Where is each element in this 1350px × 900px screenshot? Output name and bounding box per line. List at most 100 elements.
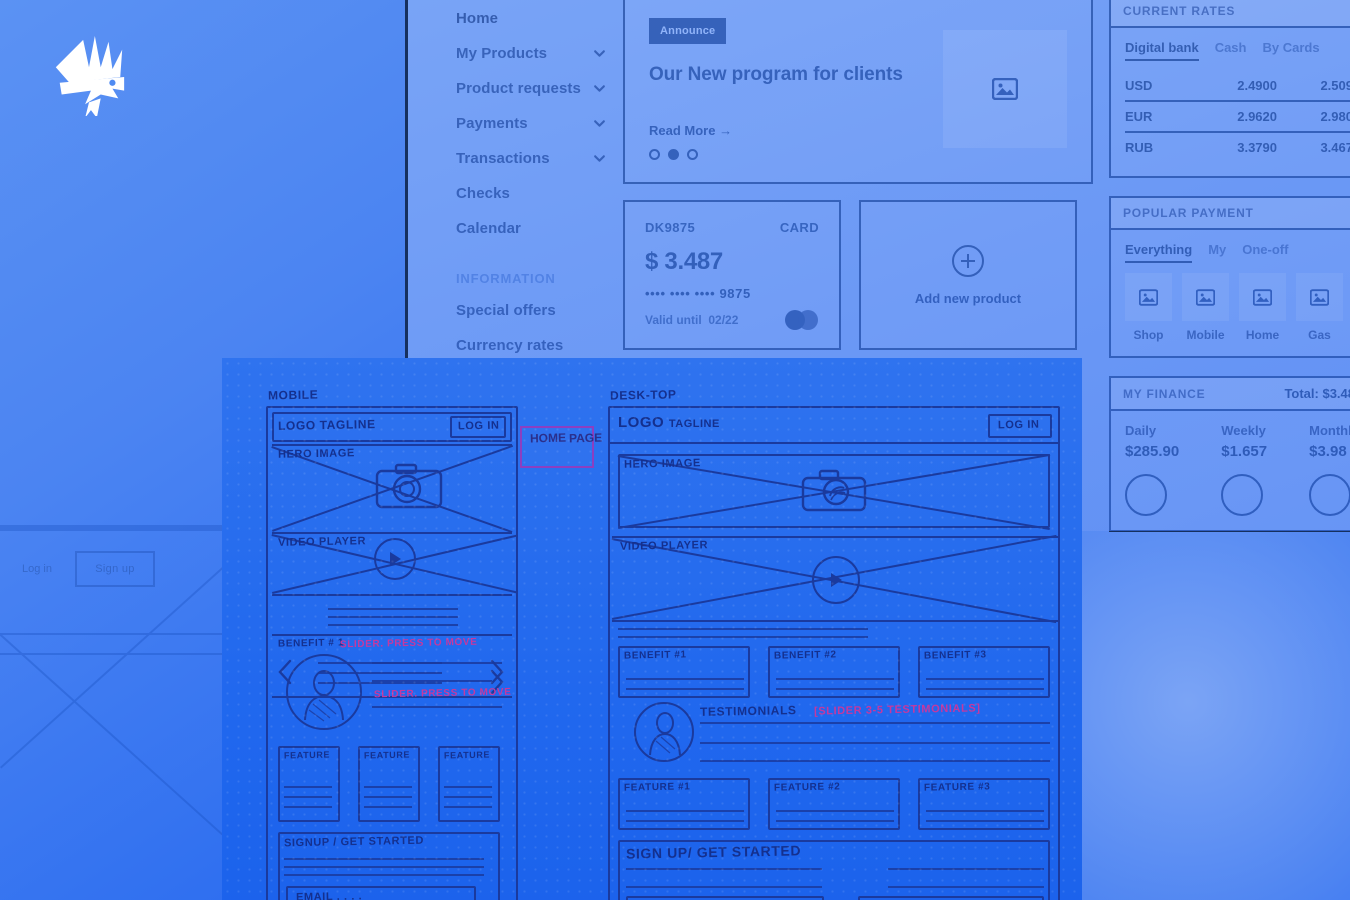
- sidebar-item-product-requests[interactable]: Product requests: [456, 80, 606, 97]
- carousel-dot-active[interactable]: [668, 149, 679, 160]
- table-row: USD 2.4900 2.509: [1125, 71, 1350, 102]
- current-rates-title: CURRENT RATES: [1123, 4, 1236, 18]
- read-more-link[interactable]: Read More →: [649, 123, 943, 138]
- mobile-tagline-text: TAGLINE: [319, 417, 376, 433]
- desktop-logo-text: LOGO: [618, 414, 665, 431]
- sidebar-item-my-products[interactable]: My Products: [456, 45, 606, 62]
- tab-by-cards[interactable]: By Cards: [1262, 40, 1319, 55]
- payment-item-label: Home: [1245, 328, 1280, 342]
- tab-one-off[interactable]: One-off: [1242, 242, 1288, 257]
- avatar-icon: [300, 670, 348, 722]
- mobile-login-label: LOG IN: [457, 419, 500, 433]
- desktop-feature-label: FEATURE #3: [923, 781, 991, 794]
- add-new-product-button[interactable]: Add new product: [859, 200, 1077, 350]
- image-placeholder-icon: [1196, 288, 1215, 306]
- rate-sell: 2.980: [1320, 109, 1350, 124]
- desktop-text-line: [618, 628, 868, 630]
- desktop-benefit-label: BENEFIT #2: [773, 649, 837, 662]
- sidebar-item-label: Calendar: [456, 220, 521, 237]
- faded-line: [0, 653, 260, 655]
- current-rates-tabs[interactable]: Digital bank Cash By Cards: [1125, 40, 1350, 61]
- faded-line: [0, 633, 260, 635]
- porcupine-logo-icon: [40, 34, 138, 116]
- desktop-video-bottom: [612, 620, 1058, 622]
- faded-auth-wireframe: Log in Sign up: [0, 505, 260, 900]
- progress-ring: [1125, 474, 1167, 516]
- sidebar-item-checks[interactable]: Checks: [456, 185, 606, 202]
- my-finance-header: MY FINANCE Total: $3.48: [1111, 378, 1350, 411]
- home-page-annotation: HOME PAGE: [529, 430, 603, 446]
- desktop-feature-label: FEATURE #2: [773, 781, 841, 794]
- desktop-testimonials-label: TESTIMONIALS: [699, 703, 797, 719]
- desktop-benefit-label: BENEFIT #1: [623, 649, 687, 662]
- carousel-dot[interactable]: [649, 149, 660, 160]
- announce-image-placeholder: [943, 30, 1067, 148]
- sidebar-item-label: Currency rates: [456, 337, 564, 354]
- my-finance-panel: MY FINANCE Total: $3.48 Daily $285.90 We…: [1109, 376, 1350, 532]
- payment-item-gas[interactable]: Gas: [1296, 273, 1343, 342]
- card-valid-value: 02/22: [708, 313, 739, 327]
- carousel-dot[interactable]: [687, 149, 698, 160]
- finance-stat-weekly: Weekly $1.657: [1221, 423, 1267, 516]
- image-placeholder-icon: [992, 78, 1018, 100]
- desktop-tagline-text: TAGLINE: [668, 418, 720, 430]
- sidebar-item-currency-rates[interactable]: Currency rates: [456, 337, 606, 354]
- card-masked-number: •••• •••• •••• 9875: [645, 286, 751, 301]
- sidebar-group-title: INFORMATION: [456, 271, 556, 286]
- bank-card[interactable]: DK9875 CARD $ 3.487 •••• •••• •••• 9875 …: [623, 200, 841, 350]
- finance-stat-label: Weekly: [1221, 423, 1266, 438]
- sidebar-item-label: Product requests: [456, 80, 581, 97]
- home-page-annotation-line1: HOME: [529, 430, 567, 446]
- current-rates-header: CURRENT RATES: [1111, 0, 1350, 28]
- popular-payment-title: POPULAR PAYMENT: [1123, 206, 1254, 220]
- payment-item-mobile[interactable]: Mobile: [1182, 273, 1229, 342]
- sidebar-item-label: My Products: [456, 45, 548, 62]
- my-finance-total: Total: $3.48: [1284, 386, 1350, 401]
- desktop-submit-button[interactable]: [858, 896, 1044, 900]
- faded-log-in-link[interactable]: Log in: [22, 563, 52, 575]
- rate-sell: 2.509: [1320, 78, 1350, 93]
- desktop-logo-tagline: LOGO TAGLINE: [618, 414, 720, 431]
- tab-cash[interactable]: Cash: [1215, 40, 1247, 55]
- desktop-email-input[interactable]: [626, 896, 824, 900]
- desktop-column-title: DESK-TOP: [609, 387, 677, 403]
- mobile-video-label: VIDEO PLAYER: [277, 535, 367, 549]
- rate-currency: EUR: [1125, 109, 1153, 124]
- announcement-card[interactable]: Announce Our New program for clients Rea…: [623, 0, 1093, 184]
- play-icon: [390, 552, 401, 566]
- desktop-header-divider: [610, 442, 1058, 444]
- sidebar-item-special-offers[interactable]: Special offers: [456, 302, 606, 319]
- faded-sign-up-button[interactable]: Sign up: [75, 551, 155, 587]
- card-code: DK9875: [645, 220, 696, 235]
- carousel-dots[interactable]: [649, 149, 943, 160]
- plus-circle-icon: [952, 244, 984, 277]
- mobile-text-line: [328, 608, 458, 610]
- popular-payment-tabs[interactable]: Everything My One-off: [1125, 242, 1350, 263]
- sidebar-item-home[interactable]: Home: [456, 10, 606, 27]
- mastercard-icon: [785, 310, 819, 330]
- sidebar-item-payments[interactable]: Payments: [456, 115, 606, 132]
- payment-icon-box: [1239, 273, 1286, 321]
- mobile-column-title: MOBILE: [267, 387, 319, 403]
- payment-item-home[interactable]: Home: [1239, 273, 1286, 342]
- play-icon: [831, 573, 842, 587]
- mobile-logo-tagline: LOGO TAGLINE: [278, 417, 376, 433]
- announce-title: Our New program for clients: [649, 64, 903, 85]
- desktop-text-line: [700, 742, 1050, 744]
- camera-icon: [374, 461, 444, 513]
- card-type: CARD: [779, 220, 819, 235]
- mobile-text-line: [328, 616, 458, 618]
- sidebar-item-transactions[interactable]: Transactions: [456, 150, 606, 167]
- payment-icon-box: [1182, 273, 1229, 321]
- my-finance-title: MY FINANCE: [1123, 386, 1206, 401]
- rate-buy: 3.3790: [1237, 140, 1277, 155]
- rate-currency: RUB: [1125, 140, 1154, 155]
- tab-everything[interactable]: Everything: [1125, 242, 1193, 263]
- tab-my[interactable]: My: [1208, 242, 1226, 257]
- sidebar-item-label: Home: [456, 10, 499, 27]
- progress-ring: [1221, 474, 1264, 516]
- faded-divider: [0, 525, 260, 531]
- tab-digital-bank[interactable]: Digital bank: [1125, 40, 1199, 61]
- payment-item-shop[interactable]: Shop: [1125, 273, 1172, 342]
- sidebar-item-calendar[interactable]: Calendar: [456, 220, 606, 237]
